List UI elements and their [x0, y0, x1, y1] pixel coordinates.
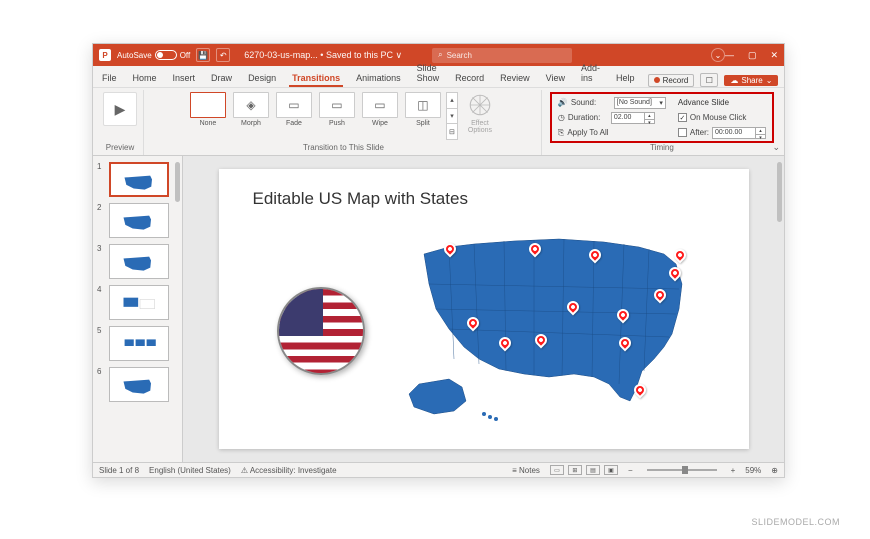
maximize-button[interactable]: ▢ [748, 50, 757, 61]
normal-view-button[interactable]: ▭ [550, 465, 564, 475]
notes-button[interactable]: ≡ Notes [512, 466, 540, 475]
apply-all-icon: ⎘ [558, 128, 564, 138]
spin-down-icon[interactable]: ▾ [645, 120, 654, 126]
timing-highlight-box: 🔊 Sound: [No Sound]▾ ◷ Duration: 02.00▴▾… [550, 92, 774, 143]
record-button[interactable]: Record [648, 74, 695, 87]
sound-icon: 🔊 [558, 98, 568, 107]
on-mouse-click-checkbox[interactable]: ✓ [678, 113, 687, 122]
tab-design[interactable]: Design [245, 70, 279, 87]
autosave-state: Off [180, 51, 191, 60]
language-status[interactable]: English (United States) [149, 466, 231, 475]
spin-up-icon[interactable]: ▴ [645, 113, 654, 120]
tab-slideshow[interactable]: Slide Show [414, 60, 443, 87]
tab-draw[interactable]: Draw [208, 70, 235, 87]
transition-push[interactable]: ▭Push [317, 92, 357, 127]
slide-thumbnail-6[interactable]: 6 [97, 367, 178, 402]
group-preview: ▶ Preview [97, 90, 144, 155]
us-map[interactable] [394, 229, 724, 429]
transition-fade[interactable]: ▭Fade [274, 92, 314, 127]
transition-wipe[interactable]: ▭Wipe [360, 92, 400, 127]
share-button[interactable]: ☁ Share ⌄ [724, 75, 778, 86]
accessibility-status[interactable]: ⚠ Accessibility: Investigate [241, 466, 337, 475]
slide-thumbnail-4[interactable]: 4 [97, 285, 178, 320]
slide-canvas[interactable]: Editable US Map with States [183, 156, 784, 462]
tab-view[interactable]: View [543, 70, 568, 87]
ribbon-collapse-button[interactable]: ⌄ [772, 142, 780, 153]
zoom-out-button[interactable]: − [628, 466, 633, 475]
tab-insert[interactable]: Insert [170, 70, 199, 87]
sound-select[interactable]: [No Sound]▾ [614, 97, 666, 109]
save-icon[interactable]: 💾 [196, 48, 210, 62]
slide-thumbnail-1[interactable]: 1 [97, 162, 178, 197]
app-icon: P [99, 49, 111, 61]
search-icon: ⌕ [438, 50, 442, 60]
autosave-toggle[interactable]: AutoSave Off [117, 50, 190, 60]
effect-options-button[interactable]: Effect Options [461, 92, 499, 134]
statusbar: Slide 1 of 8 English (United States) ⚠ A… [93, 462, 784, 477]
tab-record[interactable]: Record [452, 70, 487, 87]
close-button[interactable]: ✕ [770, 50, 778, 61]
sorter-view-button[interactable]: ⊞ [568, 465, 582, 475]
tab-help[interactable]: Help [613, 70, 638, 87]
transition-morph[interactable]: ◈Morph [231, 92, 271, 127]
duration-label: Duration: [568, 113, 608, 122]
reading-view-button[interactable]: ▤ [586, 465, 600, 475]
apply-to-all-button[interactable]: ⎘ Apply To All [558, 126, 666, 139]
slide-counter[interactable]: Slide 1 of 8 [99, 466, 139, 475]
transition-gallery: None ◈Morph ▭Fade ▭Push ▭Wipe ◫Split [188, 92, 443, 127]
slide-thumbnail-5[interactable]: 5 [97, 326, 178, 361]
slide-thumbnail-3[interactable]: 3 [97, 244, 178, 279]
chevron-down-icon: ▾ [659, 99, 663, 107]
on-mouse-click-label: On Mouse Click [690, 113, 746, 122]
us-flag-badge[interactable] [277, 287, 365, 375]
spin-down-icon[interactable]: ▾ [756, 135, 765, 141]
duration-input[interactable]: 02.00▴▾ [611, 112, 655, 124]
canvas-scrollbar[interactable] [777, 162, 782, 222]
advance-slide-label: Advance Slide [678, 96, 766, 109]
document-name[interactable]: 6270-03-us-map... • Saved to this PC ∨ [244, 50, 402, 61]
sound-label: Sound: [571, 98, 611, 107]
after-label: After: [690, 128, 709, 137]
gallery-more-button[interactable]: ▴▾⊟ [446, 92, 458, 140]
undo-icon[interactable]: ↶ [216, 48, 230, 62]
transition-none[interactable]: None [188, 92, 228, 127]
clock-icon: ◷ [558, 113, 565, 122]
powerpoint-window: P AutoSave Off 💾 ↶ 6270-03-us-map... • S… [92, 43, 785, 478]
group-transitions: None ◈Morph ▭Fade ▭Push ▭Wipe ◫Split ▴▾⊟… [146, 90, 542, 155]
slideshow-view-button[interactable]: ▣ [604, 465, 618, 475]
spin-up-icon[interactable]: ▴ [756, 128, 765, 135]
slide[interactable]: Editable US Map with States [219, 169, 749, 449]
comments-button[interactable]: ☐ [700, 73, 718, 87]
workspace: 1 2 3 4 5 6 Editable US Map with States [93, 156, 784, 462]
watermark: SLIDEMODEL.COM [751, 517, 840, 527]
zoom-in-button[interactable]: + [731, 466, 736, 475]
slide-title[interactable]: Editable US Map with States [253, 189, 468, 209]
after-checkbox[interactable] [678, 128, 687, 137]
preview-button[interactable]: ▶ [103, 92, 137, 126]
toggle-switch-icon[interactable] [155, 50, 177, 60]
account-icon[interactable]: ⌄ [711, 48, 725, 62]
fit-to-window-button[interactable]: ⊕ [771, 466, 778, 475]
record-dot-icon [654, 77, 660, 83]
tab-file[interactable]: File [99, 70, 120, 87]
tab-animations[interactable]: Animations [353, 70, 404, 87]
minimize-button[interactable]: — [725, 50, 734, 61]
slide-thumbnail-2[interactable]: 2 [97, 203, 178, 238]
transition-split[interactable]: ◫Split [403, 92, 443, 127]
ribbon-tabs: File Home Insert Draw Design Transitions… [93, 66, 784, 88]
zoom-level[interactable]: 59% [745, 466, 761, 475]
tab-addins[interactable]: Add-ins [578, 60, 603, 87]
autosave-label: AutoSave [117, 51, 152, 60]
tab-transitions[interactable]: Transitions [289, 70, 343, 87]
effect-options-icon [467, 92, 493, 118]
search-input[interactable]: ⌕ Search [432, 48, 572, 63]
tab-review[interactable]: Review [497, 70, 533, 87]
group-timing: 🔊 Sound: [No Sound]▾ ◷ Duration: 02.00▴▾… [544, 90, 780, 155]
after-time-input[interactable]: 00:00.00▴▾ [712, 127, 766, 139]
zoom-slider[interactable] [647, 469, 717, 471]
ribbon: ▶ Preview None ◈Morph ▭Fade ▭Push ▭Wipe … [93, 88, 784, 156]
tab-home[interactable]: Home [130, 70, 160, 87]
thumbnail-scrollbar[interactable] [175, 162, 180, 202]
thumbnail-panel: 1 2 3 4 5 6 [93, 156, 183, 462]
